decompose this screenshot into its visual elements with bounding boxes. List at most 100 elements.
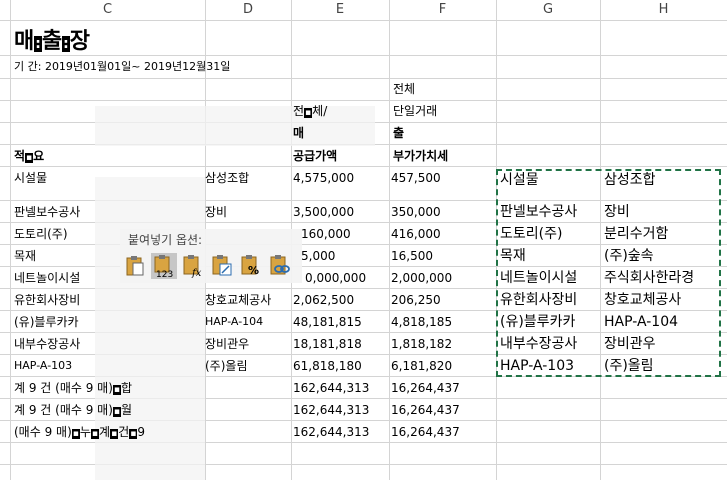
cell-e[interactable]: 18,181,818 [293,335,362,353]
cell-c[interactable]: HAP-A-103 [14,357,72,375]
column-header-e[interactable]: E [291,0,389,20]
spreadsheet: C D E F G H 매:출:장 기 간: 2019년01월01일~ 2019… [0,0,727,480]
paste-options-menu: 붙여넣기 옵션: 123 fx % [120,229,302,283]
masked-char: ▪ [112,385,122,395]
total-text: 건 [118,425,130,439]
header-e-label: 공급가액 [293,149,338,163]
cell-f[interactable]: 350,000 [391,203,441,221]
cell-e[interactable]: 2,062,500 [293,291,354,309]
total-text: (매수 9 매) [14,425,72,439]
total-e[interactable]: 162,644,313 [293,423,369,441]
header-e-line2: 매 [293,126,305,140]
paste-fx: fx [191,268,202,278]
gridline [0,78,727,79]
total-e[interactable]: 162,644,313 [293,401,369,419]
masked-char: ▪ [90,429,100,439]
header-text: 전 [293,104,305,118]
paste-values-icon[interactable]: 123 [151,253,177,279]
paste-icon[interactable] [122,253,148,279]
cell-f[interactable]: 2,000,000 [391,269,452,287]
total-text: 9 [137,425,145,439]
cell-c[interactable]: 도토리(주) [14,225,68,243]
cell-e[interactable]: 3,500,000 [293,203,354,221]
title-mask: : [62,36,70,52]
svg-text:%: % [248,264,259,277]
cell-e[interactable]: 48,181,815 [293,313,362,331]
total-text: 월 [121,403,133,417]
cell-e-partial[interactable]: 0,000,000 [305,269,366,287]
cell-c[interactable]: (유)블루카카 [14,313,79,331]
cell-c[interactable]: 판넬보수공사 [14,203,80,221]
total-row-label[interactable]: 계 9 건 (매수 9 매)▪월 [14,401,132,421]
column-header-c[interactable]: C [10,0,205,20]
column-header-d[interactable]: D [205,0,291,20]
paste-badge: 123 [156,270,173,278]
cell-f[interactable]: 4,818,185 [391,313,452,331]
cell-c[interactable]: 내부수장공사 [14,335,80,353]
total-row-label[interactable]: 계 9 건 (매수 9 매)▪합 [14,379,132,399]
total-row-label[interactable]: (매수 9 매)▪누▪계▪건▪9 [14,423,145,443]
period-label: 기 간: 2019년01월01일~ 2019년12월31일 [14,60,231,73]
total-text: 합 [121,381,133,395]
header-total: 전체 [393,82,416,96]
paste-transpose-icon[interactable] [209,253,235,279]
header-f-line2: 출 [393,126,405,140]
paste-link-icon[interactable] [267,253,293,279]
masked-char: ▪ [112,407,122,417]
cell-f[interactable]: 6,181,820 [391,357,452,375]
paste-formulas-icon[interactable]: fx [180,253,206,279]
cell-e-partial[interactable]: 160,000 [301,225,351,243]
header-text: 적 [14,149,26,163]
cell-e-partial[interactable]: 5,000 [301,247,335,265]
cell-f[interactable]: 1,818,182 [391,335,452,353]
column-header-g[interactable]: G [496,0,600,20]
cell-d[interactable]: 창호교체공사 [205,291,271,309]
total-f[interactable]: 16,264,437 [391,423,460,441]
cell-f[interactable]: 206,250 [391,291,441,309]
column-header-bar: C D E F G H [0,0,727,21]
drag-ghost [95,106,375,146]
cell-c[interactable]: 목재 [14,247,36,265]
header-f-label: 부가가치세 [393,149,449,163]
header-text: 체/ [312,104,328,118]
gridline [0,100,727,101]
copy-marquee [496,169,721,377]
cell-e[interactable]: 61,818,180 [293,357,362,375]
masked-char: ▪ [110,429,119,439]
paste-formatting-icon[interactable]: % [238,253,264,279]
gridline [0,55,727,56]
masked-char: ▪ [304,108,313,118]
title-part: 장 [69,29,90,54]
title-part: 매 [14,29,35,54]
cell-f[interactable]: 416,000 [391,225,441,243]
gridline [10,0,11,480]
cell-d[interactable]: HAP-A-104 [205,313,263,331]
total-e[interactable]: 162,644,313 [293,379,369,397]
total-f[interactable]: 16,264,437 [391,401,460,419]
header-f-line1: 단일거래 [393,104,438,118]
total-text: 계 [99,425,111,439]
title-mask: : [34,36,42,52]
title-part: 출 [41,29,63,54]
total-text: 계 9 건 (매수 9 매) [14,381,113,395]
masked-char: ▪ [71,429,80,439]
cell-c[interactable]: 유한회사장비 [14,291,80,309]
cell-d[interactable]: (주)올림 [205,357,247,375]
cell-f[interactable]: 16,500 [391,247,433,265]
cell-d[interactable]: 장비관우 [205,335,249,353]
cell-d[interactable]: 장비 [205,203,227,221]
total-text: 계 9 건 (매수 9 매) [14,403,113,417]
cell-e[interactable]: 4,575,000 [293,169,354,187]
cell-f[interactable]: 457,500 [391,169,441,187]
cell-c[interactable]: 시설물 [14,169,47,187]
cell-c[interactable]: 네트놀이시설 [14,269,80,287]
column-header-h[interactable]: H [600,0,727,20]
column-header-f[interactable]: F [389,0,496,20]
header-c-label: 적▪요 [14,147,44,167]
gridline [389,0,390,480]
total-f[interactable]: 16,264,437 [391,379,460,397]
gridline [0,166,727,167]
page-title: 매:출:장 [14,28,90,58]
cell-d[interactable]: 삼성조합 [205,169,249,187]
header-e-line1: 전▪체/ [293,102,327,122]
